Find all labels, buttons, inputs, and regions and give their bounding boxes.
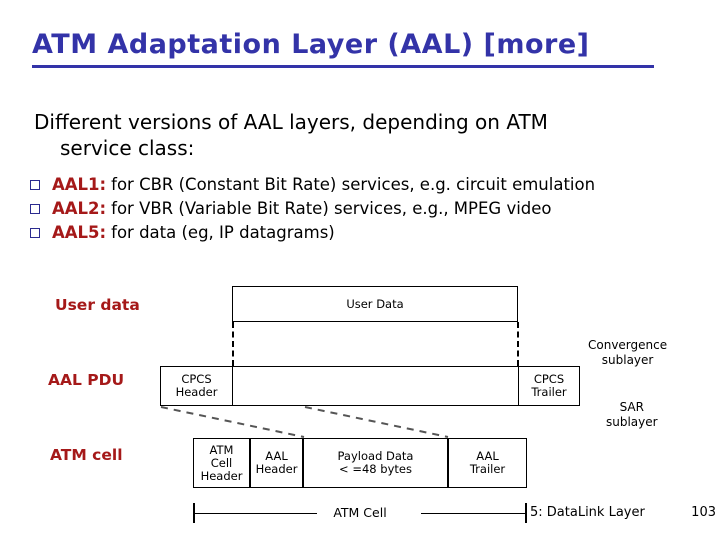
dimension-bar-right — [421, 512, 527, 515]
diagram-row-label-user-data: User data — [55, 296, 140, 314]
label-convergence-sublayer: Convergence sublayer — [588, 338, 668, 367]
aal-encapsulation-diagram: User data AAL PDU ATM cell User Data CPC… — [0, 278, 720, 540]
tie-line-left — [232, 322, 234, 366]
list-item-description: for data (eg, IP datagrams) — [111, 223, 335, 242]
page-title-text: ATM Adaptation Layer (AAL) [more] — [32, 29, 590, 60]
tie-line-right — [517, 322, 519, 366]
box-cpcs-header-text: CPCS Header — [175, 372, 218, 399]
box-user-data: User Data — [232, 286, 518, 322]
dimension-label: ATM Cell — [333, 505, 387, 520]
square-bullet-icon — [30, 228, 40, 238]
box-aal-trailer: AAL Trailer — [448, 438, 527, 488]
footer-page-number: 103 — [691, 505, 716, 520]
atm-cell-dimension-line: ATM Cell — [193, 503, 527, 525]
list-item-tag: AAL1: — [52, 175, 107, 194]
label-sar-sublayer: SAR sublayer — [606, 400, 658, 429]
slide-footer: 5: DataLink Layer 103 — [530, 505, 716, 520]
list-item-description: for CBR (Constant Bit Rate) services, e.… — [111, 175, 596, 194]
box-aal-trailer-text: AAL Trailer — [469, 449, 506, 476]
list-item: AAL1: for CBR (Constant Bit Rate) servic… — [30, 174, 700, 198]
list-item-tag: AAL2: — [52, 199, 107, 218]
lead-paragraph: Different versions of AAL layers, depend… — [34, 109, 654, 161]
list-item-tag: AAL5: — [52, 223, 107, 242]
dimension-tick-right — [525, 503, 527, 523]
list-item-description: for VBR (Variable Bit Rate) services, e.… — [111, 199, 552, 218]
square-bullet-icon — [30, 204, 40, 214]
box-payload-data: Payload Data < =48 bytes — [303, 438, 448, 488]
box-cpcs-trailer-text: CPCS Trailer — [531, 372, 567, 399]
box-aal-header-text: AAL Header — [255, 449, 298, 476]
footer-section-label: 5: DataLink Layer — [530, 505, 645, 520]
box-cpcs-trailer: CPCS Trailer — [518, 366, 580, 406]
box-atm-cell-header: ATM Cell Header — [193, 438, 250, 488]
lead-paragraph-line-1: Different versions of AAL layers, depend… — [34, 110, 548, 134]
lead-paragraph-line-2: service class: — [60, 136, 195, 160]
dimension-bar-left — [193, 512, 317, 515]
list-item: AAL5: for data (eg, IP datagrams) — [30, 222, 700, 246]
diagram-row-label-aal-pdu: AAL PDU — [48, 371, 125, 389]
title-underline — [32, 65, 654, 68]
box-payload-data-text: Payload Data < =48 bytes — [337, 449, 414, 476]
box-aal-header: AAL Header — [250, 438, 303, 488]
diagram-row-label-atm-cell: ATM cell — [50, 446, 123, 464]
box-cpcs-header: CPCS Header — [160, 366, 233, 406]
square-bullet-icon — [30, 180, 40, 190]
aal-versions-list: AAL1: for CBR (Constant Bit Rate) servic… — [30, 174, 700, 246]
page-title: ATM Adaptation Layer (AAL) [more] — [32, 29, 672, 68]
list-item: AAL2: for VBR (Variable Bit Rate) servic… — [30, 198, 700, 222]
box-atm-cell-header-text: ATM Cell Header — [200, 442, 243, 483]
